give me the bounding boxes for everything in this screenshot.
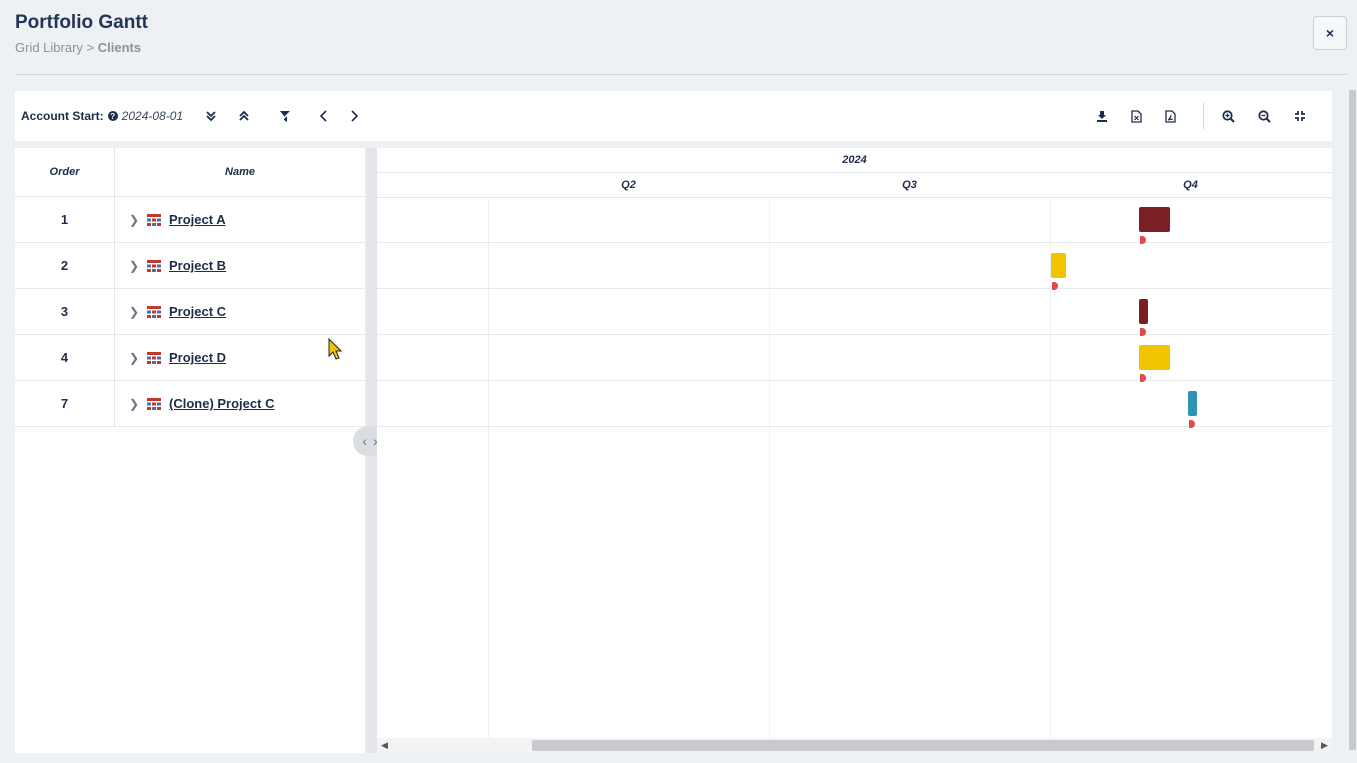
chevron-left-icon: ‹: [362, 433, 367, 449]
chevron-right-icon[interactable]: ❯: [129, 397, 139, 411]
vertical-scroll-thumb[interactable]: [1349, 90, 1356, 750]
mouse-cursor-icon: [328, 337, 343, 365]
vertical-scrollbar[interactable]: [1348, 74, 1357, 763]
project-link[interactable]: Project D: [169, 350, 226, 365]
row-order: 4: [15, 335, 115, 380]
scroll-left-icon[interactable]: ◀: [381, 740, 388, 751]
project-link[interactable]: Project A: [169, 212, 226, 227]
help-icon[interactable]: ?: [107, 111, 118, 121]
zoom-in-icon[interactable]: [1219, 107, 1237, 125]
table-row[interactable]: 4 ❯ Project D: [15, 335, 365, 381]
task-grid: Order Name 1 ❯ Project A 2 ❯ Project B 3 ❯ Proje…: [15, 148, 365, 753]
gantt-bar[interactable]: [1051, 253, 1066, 278]
row-name-cell: ❯ Project C: [115, 289, 365, 334]
gantt-bar[interactable]: [1139, 299, 1148, 324]
toolbar-separator: [1203, 103, 1204, 129]
gantt-bar[interactable]: [1139, 207, 1170, 232]
account-start-label: Account Start:: [21, 109, 104, 123]
export-excel-icon[interactable]: [1127, 107, 1145, 125]
gantt-bar[interactable]: [1188, 391, 1197, 416]
quarter-gridline: [769, 197, 770, 738]
table-row[interactable]: 2 ❯ Project B: [15, 243, 365, 289]
scroll-right-icon[interactable]: ▶: [1321, 740, 1328, 751]
close-button[interactable]: ×: [1313, 16, 1347, 50]
row-gridline: [377, 380, 1332, 381]
gantt-bar[interactable]: [1139, 345, 1170, 370]
column-header-name[interactable]: Name: [115, 148, 365, 196]
toolbar: Account Start: ? 2024-08-01: [15, 91, 1332, 141]
row-gridline: [377, 242, 1332, 243]
chevron-right-icon[interactable]: ❯: [129, 305, 139, 319]
download-icon[interactable]: [1093, 107, 1111, 125]
breadcrumb: Grid Library > Clients: [15, 40, 148, 55]
zoom-out-icon[interactable]: [1255, 107, 1273, 125]
project-link[interactable]: Project C: [169, 304, 226, 319]
table-row[interactable]: 3 ❯ Project C: [15, 289, 365, 335]
row-order: 3: [15, 289, 115, 334]
grid-header: Order Name: [15, 148, 365, 197]
expand-all-icon[interactable]: [202, 107, 220, 125]
quarter-gridline: [488, 197, 489, 738]
project-icon: [147, 259, 161, 272]
row-name-cell: ❯ Project A: [115, 197, 365, 242]
quarter-gridline: [1050, 197, 1051, 738]
breadcrumb-root[interactable]: Grid Library: [15, 40, 83, 55]
page-title: Portfolio Gantt: [15, 12, 148, 33]
project-icon: [147, 305, 161, 318]
row-name-cell: ❯ Project B: [115, 243, 365, 288]
project-icon: [147, 213, 161, 226]
account-start-value: 2024-08-01: [121, 109, 184, 123]
quarter-label: Q4: [1183, 179, 1198, 191]
export-pdf-icon[interactable]: [1161, 107, 1179, 125]
project-link[interactable]: Project B: [169, 258, 226, 273]
page-header: Portfolio Gantt Grid Library > Clients: [15, 12, 148, 55]
row-gridline: [377, 288, 1332, 289]
row-order: 7: [15, 381, 115, 426]
breadcrumb-separator: >: [82, 40, 98, 55]
row-order: 1: [15, 197, 115, 242]
next-icon[interactable]: [345, 107, 363, 125]
horizontal-scrollbar[interactable]: ◀ ▶: [377, 738, 1332, 753]
collapse-all-icon[interactable]: [235, 107, 253, 125]
breadcrumb-current: Clients: [97, 40, 142, 55]
timeline-quarters: Q2 Q3 Q4: [377, 173, 1332, 198]
row-order: 2: [15, 243, 115, 288]
fit-screen-icon[interactable]: [1291, 107, 1309, 125]
row-name-cell: ❯ (Clone) Project C: [115, 381, 365, 426]
project-link[interactable]: (Clone) Project C: [169, 396, 274, 411]
horizontal-scroll-thumb[interactable]: [532, 740, 1314, 751]
close-icon: ×: [1325, 25, 1335, 41]
column-header-order[interactable]: Order: [15, 148, 115, 196]
chevron-right-icon[interactable]: ❯: [129, 351, 139, 365]
account-start: Account Start: ? 2024-08-01: [21, 109, 183, 123]
chevron-right-icon[interactable]: ❯: [129, 213, 139, 227]
gantt-chart: 2024 Q2 Q3 Q4: [377, 148, 1332, 738]
header-divider: [15, 74, 1352, 75]
clear-filter-icon[interactable]: [276, 107, 294, 125]
table-row[interactable]: 7 ❯ (Clone) Project C: [15, 381, 365, 427]
prev-icon[interactable]: [315, 107, 333, 125]
table-row[interactable]: 1 ❯ Project A: [15, 197, 365, 243]
timeline-year: 2024: [377, 148, 1332, 173]
project-icon: [147, 397, 161, 410]
row-gridline: [377, 334, 1332, 335]
quarter-label: Q2: [621, 179, 636, 191]
chevron-right-icon[interactable]: ❯: [129, 259, 139, 273]
project-icon: [147, 351, 161, 364]
quarter-label: Q3: [902, 179, 917, 191]
